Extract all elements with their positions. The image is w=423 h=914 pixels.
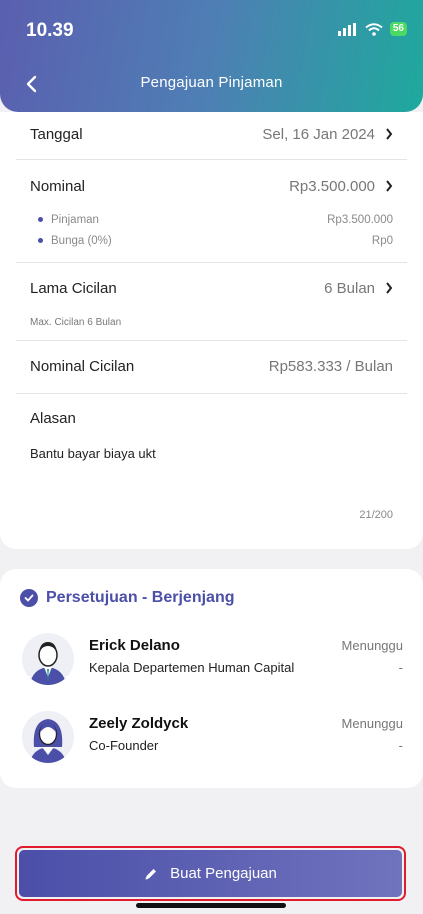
breakdown-label: Bunga (0%) bbox=[51, 235, 112, 247]
approver-date: - bbox=[398, 738, 403, 753]
approver-status: Menunggu bbox=[341, 638, 403, 653]
tenor-value: 6 Bulan bbox=[324, 279, 375, 297]
breakdown-label: Pinjaman bbox=[51, 214, 99, 226]
bullet-dot bbox=[38, 238, 43, 244]
tenor-value-wrap: 6 Bulan bbox=[324, 280, 393, 297]
submit-button-highlight: Buat Pengajuan bbox=[15, 846, 406, 901]
breakdown-interest: Bunga (0%) Rp0 bbox=[38, 235, 393, 247]
date-label: Tanggal bbox=[30, 125, 83, 143]
date-value-wrap: Sel, 16 Jan 2024 bbox=[262, 126, 393, 143]
reason-header: Alasan bbox=[30, 406, 393, 430]
loan-form-card: Tanggal Sel, 16 Jan 2024 Nominal Rp3.500… bbox=[0, 112, 423, 549]
approval-header: Persetujuan - Berjenjang bbox=[20, 589, 235, 607]
approver-item: Zeely Zoldyck Co-Founder Menunggu - bbox=[22, 711, 403, 771]
battery-indicator: 56 bbox=[389, 22, 407, 36]
divider bbox=[16, 159, 407, 160]
approver-status: Menunggu bbox=[341, 716, 403, 731]
nominal-value: Rp3.500.000 bbox=[289, 177, 375, 195]
wifi-icon bbox=[365, 22, 383, 36]
divider bbox=[16, 262, 407, 263]
chevron-right-icon bbox=[386, 282, 393, 294]
approver-item: Erick Delano Kepala Departemen Human Cap… bbox=[22, 633, 403, 693]
installment-label: Nominal Cicilan bbox=[30, 357, 135, 375]
page-title: Pengajuan Pinjaman bbox=[140, 74, 283, 91]
breakdown-value: Rp0 bbox=[371, 235, 393, 247]
installment-value: Rp583.333 / Bulan bbox=[268, 357, 393, 375]
breakdown-principal: Pinjaman Rp3.500.000 bbox=[38, 214, 393, 226]
tenor-hint: Max. Cicilan 6 Bulan bbox=[30, 317, 122, 328]
approver-name: Erick Delano bbox=[89, 637, 180, 654]
reason-input[interactable]: Bantu bayar biaya ukt bbox=[30, 446, 156, 461]
status-time: 10.39 bbox=[26, 20, 74, 41]
nominal-label: Nominal bbox=[30, 177, 86, 195]
approver-role: Kepala Departemen Human Capital bbox=[89, 660, 295, 675]
female-avatar-icon bbox=[22, 711, 74, 763]
breakdown-value: Rp3.500.000 bbox=[327, 214, 393, 226]
date-value: Sel, 16 Jan 2024 bbox=[262, 125, 375, 143]
nominal-value-wrap: Rp3.500.000 bbox=[289, 178, 393, 195]
submit-label: Buat Pengajuan bbox=[170, 865, 277, 882]
tenor-label: Lama Cicilan bbox=[30, 279, 117, 297]
home-indicator bbox=[136, 903, 286, 908]
male-avatar-icon bbox=[22, 633, 74, 685]
divider bbox=[16, 393, 407, 394]
approval-title: Persetujuan - Berjenjang bbox=[46, 589, 235, 606]
reason-char-counter: 21/200 bbox=[359, 509, 393, 521]
approver-date: - bbox=[398, 660, 403, 675]
tenor-row[interactable]: Lama Cicilan 6 Bulan bbox=[30, 276, 393, 300]
nominal-row[interactable]: Nominal Rp3.500.000 bbox=[30, 174, 393, 198]
installment-row: Nominal Cicilan Rp583.333 / Bulan bbox=[30, 354, 393, 378]
approval-card: Persetujuan - Berjenjang Erick Delano Ke… bbox=[0, 569, 423, 788]
reason-label: Alasan bbox=[30, 409, 76, 427]
signal-icon bbox=[337, 22, 356, 36]
divider bbox=[16, 340, 407, 341]
app-header: 10.39 56 Pengajuan Pinjaman bbox=[0, 0, 423, 112]
approver-name: Zeely Zoldyck bbox=[89, 715, 189, 732]
pencil-icon bbox=[145, 868, 157, 879]
submit-button[interactable]: Buat Pengajuan bbox=[19, 850, 402, 897]
check-circle-icon bbox=[20, 589, 38, 607]
bullet-dot bbox=[38, 217, 43, 223]
chevron-right-icon bbox=[386, 128, 393, 140]
status-icons: 56 bbox=[337, 22, 407, 36]
approver-role: Co-Founder bbox=[89, 738, 159, 753]
date-row[interactable]: Tanggal Sel, 16 Jan 2024 bbox=[30, 122, 393, 146]
chevron-right-icon bbox=[386, 180, 393, 192]
